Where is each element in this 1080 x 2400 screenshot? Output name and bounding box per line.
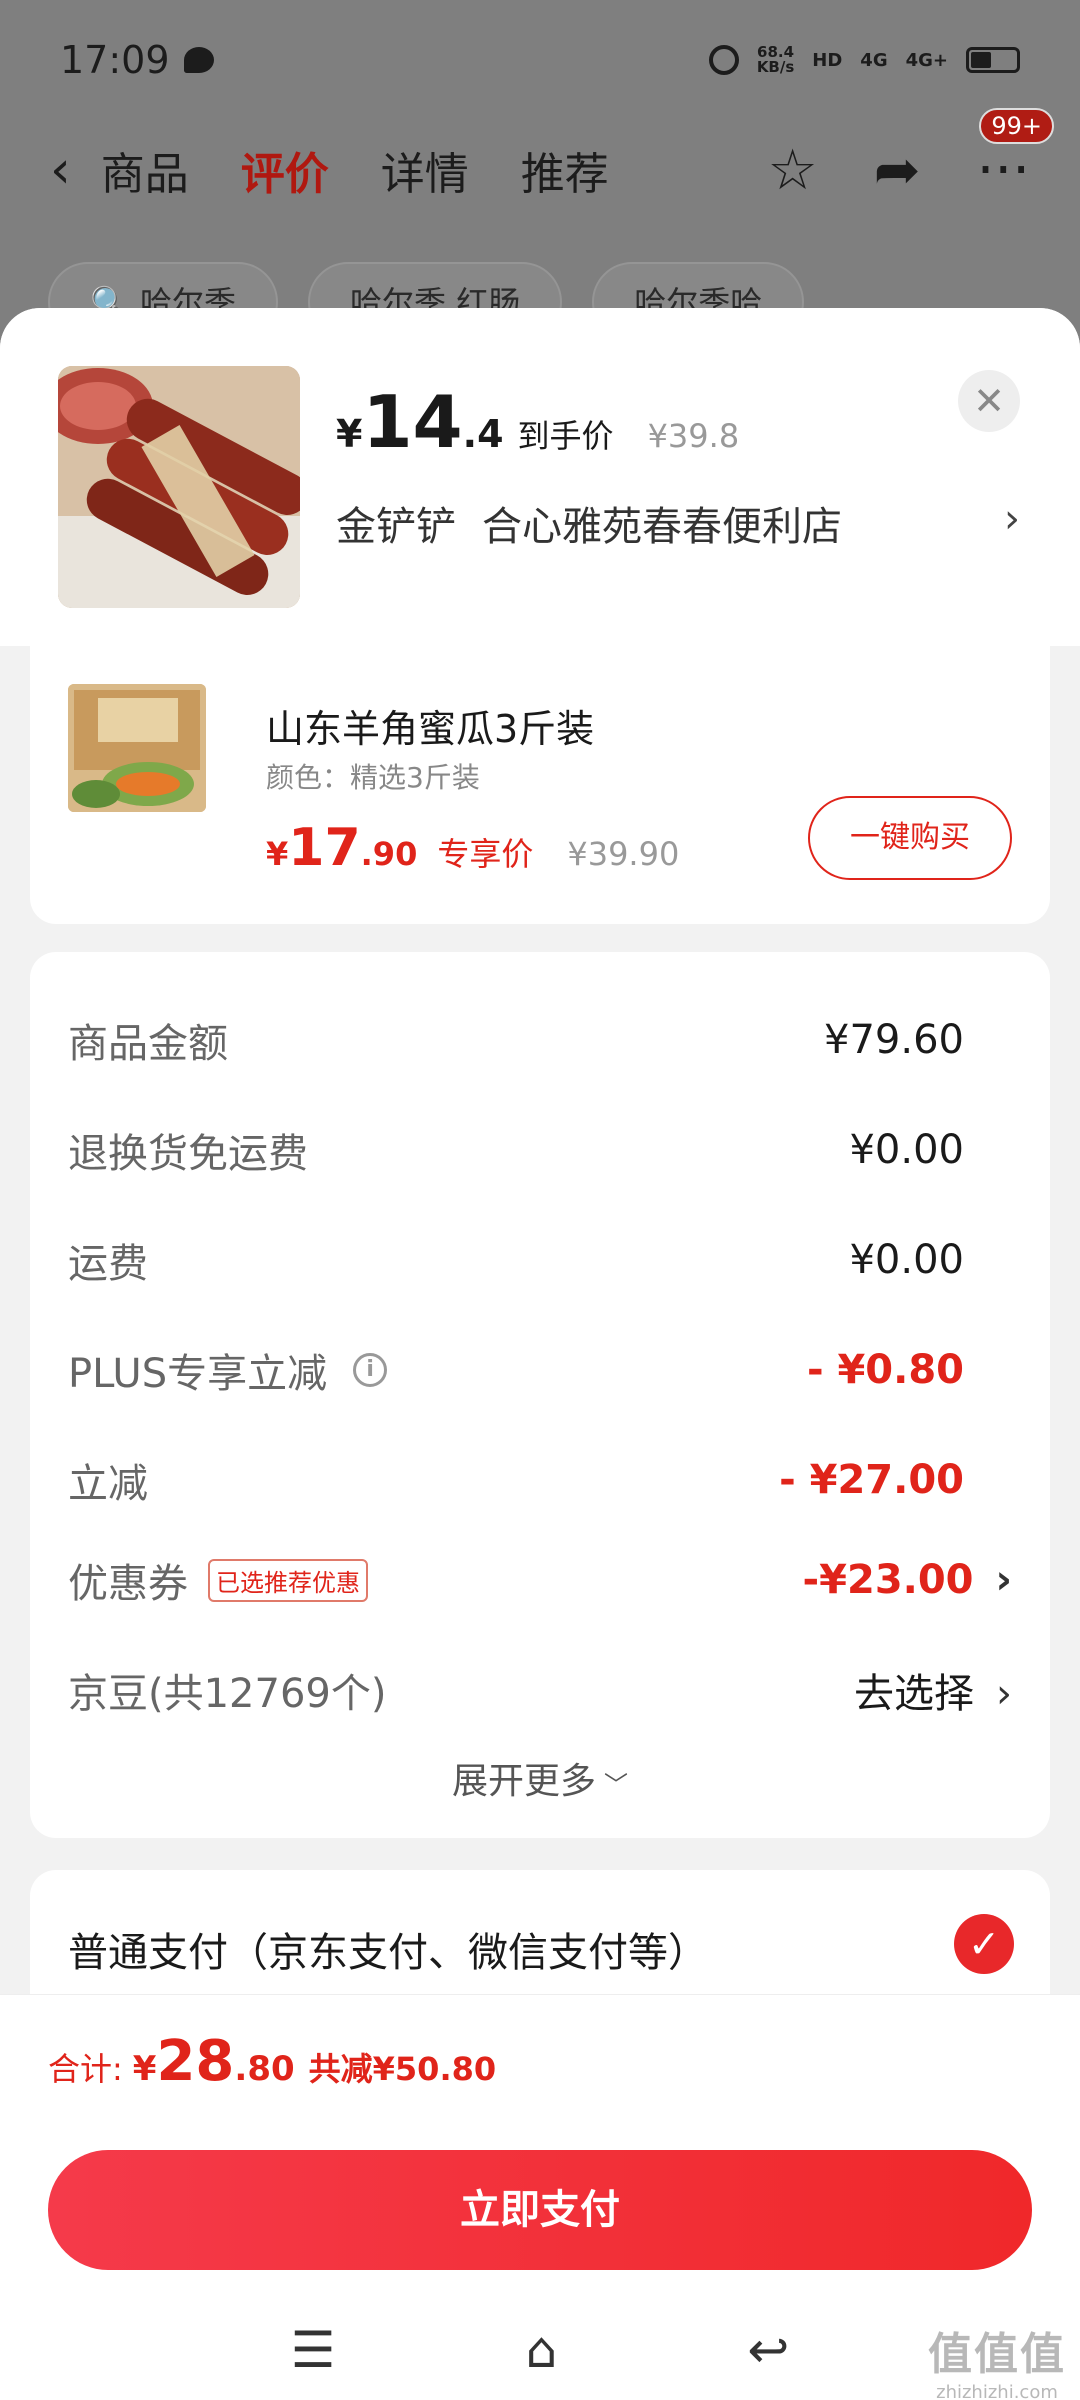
fee-row-jingdou[interactable]: 京豆(共12769个) 去选择 ›	[68, 1660, 1012, 1720]
close-button[interactable]: ✕	[958, 370, 1020, 432]
menu-icon[interactable]: ☰	[291, 2321, 336, 2379]
tab-reviews[interactable]: 评价	[241, 138, 329, 202]
recommend-card: 山东羊角蜜瓜3斤装 颜色：精选3斤装 ¥ 17 .90 专享价 ¥39.90 一…	[30, 646, 1050, 924]
chevron-down-icon: ﹀	[604, 1771, 628, 1799]
home-icon[interactable]: ⌂	[526, 2321, 558, 2379]
fee-row-plus-discount: PLUS专享立减 i - ¥0.80	[68, 1347, 964, 1397]
hd-icon: HD	[812, 49, 843, 71]
chevron-right-icon: ›	[996, 1671, 1012, 1717]
pay-area: 立即支付 ☰ ⌂ ↩	[0, 2124, 1080, 2400]
recommend-title: 山东羊角蜜瓜3斤装	[266, 707, 595, 751]
payment-method-label: 普通支付（京东支付、微信支付等）	[68, 1930, 708, 1976]
fee-row-coupon[interactable]: 优惠券 已选推荐优惠 -¥23.00 ›	[68, 1550, 1012, 1610]
info-icon[interactable]: i	[353, 1353, 388, 1387]
pay-now-button[interactable]: 立即支付	[48, 2150, 1032, 2270]
price-tag: 到手价	[517, 417, 614, 455]
notification-badge: 99+	[979, 107, 1054, 144]
seller-nick: 金铲铲	[336, 504, 456, 550]
message-icon	[183, 47, 214, 73]
total-saving: 共减¥50.80	[308, 2050, 497, 2088]
check-icon[interactable]: ✓	[954, 1914, 1014, 1974]
recommend-price: ¥ 17 .90 专享价 ¥39.90	[266, 818, 680, 878]
status-indicators: 68.4 KB/s HD 4G 4G+	[708, 43, 1020, 76]
product-image	[58, 366, 300, 608]
checkout-sheet: ¥ 14 .4 到手价 ¥39.8 金铲铲 合心雅苑春春便利店 › ✕ 山东羊角蜜…	[0, 308, 1080, 2400]
site-watermark: 值值值 zhizhizhi.com	[928, 2329, 1066, 2400]
net-speed: 68.4 KB/s	[756, 43, 795, 76]
battery-icon	[966, 47, 1020, 73]
product-header: ¥ 14 .4 到手价 ¥39.8 金铲铲 合心雅苑春春便利店 › ✕	[0, 308, 1080, 646]
status-bar: 17:09 68.4 KB/s HD 4G 4G+	[0, 0, 1080, 120]
recommend-spec: 颜色：精选3斤装	[266, 761, 480, 794]
more-icon[interactable]: ···	[977, 138, 1030, 203]
nav-actions: ☆ ➦ ··· 99+	[767, 107, 1054, 203]
chevron-right-icon[interactable]: ›	[1004, 496, 1020, 542]
shop-name: 合心雅苑春春便利店	[482, 504, 842, 550]
total-amount: 合计: ¥ 28 .80 共减¥50.80	[48, 2029, 497, 2094]
original-price: ¥39.8	[647, 417, 740, 455]
fee-row-instant-discount: 立减 - ¥27.00	[68, 1457, 964, 1507]
fee-breakdown: 商品金额 ¥79.60 退换货免运费 ¥0.00 运费 ¥0.00 PLUS专享…	[30, 952, 1050, 1838]
expand-more-button[interactable]: 展开更多 ﹀	[30, 1752, 1050, 1804]
coupon-tag: 已选推荐优惠	[208, 1558, 368, 1602]
alarm-icon	[708, 45, 739, 75]
back-icon[interactable]: ‹	[50, 140, 71, 200]
chevron-right-icon: ›	[995, 1557, 1012, 1603]
share-icon[interactable]: ➦	[874, 138, 921, 203]
signal-4g-icon: 4G	[860, 49, 888, 71]
tab-details[interactable]: 详情	[381, 138, 469, 202]
status-time: 17:09	[60, 38, 170, 82]
fee-row-return-shipping: 退换货免运费 ¥0.00	[68, 1127, 964, 1177]
signal-4g-plus-icon: 4G+	[905, 49, 948, 71]
recommend-image	[68, 684, 206, 812]
tab-product[interactable]: 商品	[101, 138, 189, 202]
product-price: ¥ 14 .4 到手价 ¥39.8	[336, 380, 740, 464]
favorite-star-icon[interactable]: ☆	[767, 138, 817, 203]
system-nav-bar: ☰ ⌂ ↩	[0, 2310, 1080, 2390]
total-bar: 合计: ¥ 28 .80 共减¥50.80	[0, 1994, 1080, 2124]
back-nav-icon[interactable]: ↩	[747, 2321, 789, 2379]
fee-row-shipping: 运费 ¥0.00	[68, 1237, 964, 1287]
top-nav: ‹ 商品 评价 详情 推荐 ☆ ➦ ··· 99+	[0, 107, 1080, 220]
one-click-buy-button[interactable]: 一键购买	[808, 796, 1012, 880]
tab-recommend[interactable]: 推荐	[521, 138, 609, 202]
shop-link[interactable]: 金铲铲 合心雅苑春春便利店	[336, 494, 842, 552]
fee-row-goods-amount: 商品金额 ¥79.60	[68, 1017, 964, 1067]
